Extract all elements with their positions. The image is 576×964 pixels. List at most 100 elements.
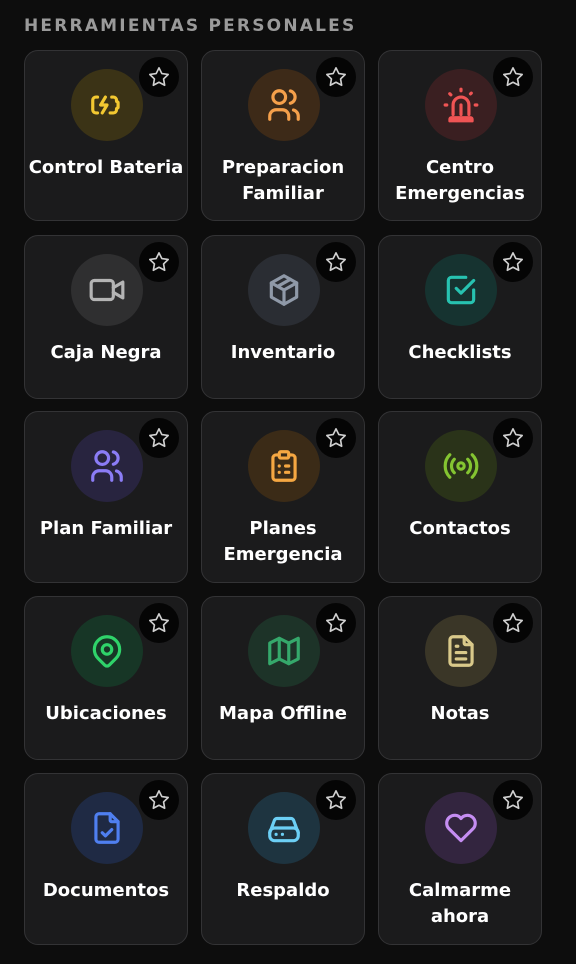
- tool-label: Ubicaciones: [25, 701, 187, 727]
- favorite-star-button[interactable]: [316, 603, 356, 643]
- tool-icon-circle: [425, 254, 497, 326]
- tool-card[interactable]: Ubicaciones: [24, 596, 188, 760]
- star-icon: [503, 67, 523, 87]
- tool-card[interactable]: Control Bateria: [24, 50, 188, 221]
- star-icon: [503, 613, 523, 633]
- favorite-star-button[interactable]: [139, 57, 179, 97]
- tool-label-line: Calmarme: [408, 880, 512, 901]
- tool-card[interactable]: Inventario: [201, 235, 365, 399]
- tool-icon-circle: [71, 254, 143, 326]
- tool-label-line: Emergencia: [223, 544, 343, 565]
- favorite-star-button[interactable]: [493, 418, 533, 458]
- tool-label-line: Respaldo: [236, 880, 330, 901]
- favorite-star-button[interactable]: [139, 603, 179, 643]
- tool-card[interactable]: Planes Emergencia: [201, 411, 365, 583]
- section-title: HERRAMIENTAS PERSONALES: [24, 16, 357, 36]
- users-icon: [268, 89, 300, 121]
- tool-label: Checklists: [379, 340, 541, 366]
- tool-card[interactable]: Plan Familiar: [24, 411, 188, 583]
- tool-label-line: ahora: [430, 906, 490, 927]
- star-icon: [149, 790, 169, 810]
- tool-card[interactable]: Respaldo: [201, 773, 365, 945]
- radio-signal-icon: [443, 453, 479, 479]
- star-icon: [503, 252, 523, 272]
- tool-icon-circle: [248, 615, 320, 687]
- tool-icon-circle: [248, 69, 320, 141]
- favorite-star-button[interactable]: [316, 57, 356, 97]
- tool-icon-circle: [248, 792, 320, 864]
- tool-card[interactable]: Contactos: [378, 411, 542, 583]
- tool-card[interactable]: Centro Emergencias: [378, 50, 542, 221]
- tool-card[interactable]: Caja Negra: [24, 235, 188, 399]
- tool-label: Centro Emergencias: [379, 155, 541, 207]
- tool-label-line: Preparacion: [221, 157, 345, 178]
- tool-label: Inventario: [202, 340, 364, 366]
- tool-card[interactable]: Preparacion Familiar: [201, 50, 365, 221]
- tool-label-line: Checklists: [408, 342, 512, 363]
- tool-icon-circle: [71, 615, 143, 687]
- tool-label: Mapa Offline: [202, 701, 364, 727]
- tool-label-line: Control Bateria: [28, 157, 184, 178]
- siren-icon: [443, 87, 479, 123]
- favorite-star-button[interactable]: [493, 780, 533, 820]
- tool-icon-circle: [248, 430, 320, 502]
- favorite-star-button[interactable]: [493, 57, 533, 97]
- favorite-star-button[interactable]: [316, 780, 356, 820]
- tool-icon-circle: [425, 430, 497, 502]
- tool-label-line: Contactos: [409, 518, 511, 539]
- star-icon: [149, 67, 169, 87]
- favorite-star-button[interactable]: [316, 242, 356, 282]
- tool-icon-circle: [71, 792, 143, 864]
- favorite-star-button[interactable]: [493, 603, 533, 643]
- star-icon: [326, 613, 346, 633]
- star-icon: [326, 252, 346, 272]
- tool-icon-circle: [248, 254, 320, 326]
- tool-card[interactable]: Notas: [378, 596, 542, 760]
- tool-label-line: Ubicaciones: [45, 703, 167, 724]
- tool-label-line: Documentos: [42, 880, 170, 901]
- favorite-star-button[interactable]: [316, 418, 356, 458]
- favorite-star-button[interactable]: [493, 242, 533, 282]
- tool-card[interactable]: Calmarme ahora: [378, 773, 542, 945]
- star-icon: [149, 428, 169, 448]
- tool-label-line: Centro: [425, 157, 495, 178]
- document-text-icon: [448, 635, 474, 667]
- tool-label-line: Caja Negra: [50, 342, 162, 363]
- file-check-icon: [94, 812, 120, 844]
- tool-label-line: Planes: [249, 518, 317, 539]
- clipboard-list-icon: [271, 450, 297, 482]
- tool-label: Preparacion Familiar: [202, 155, 364, 207]
- video-camera-icon: [89, 278, 125, 302]
- tool-label: Documentos: [25, 878, 187, 904]
- tool-label: Control Bateria: [25, 155, 187, 181]
- tool-label-line: Plan Familiar: [39, 518, 173, 539]
- star-icon: [149, 613, 169, 633]
- tool-label: Plan Familiar: [25, 516, 187, 542]
- tool-label-line: Notas: [430, 703, 490, 724]
- favorite-star-button[interactable]: [139, 780, 179, 820]
- star-icon: [149, 252, 169, 272]
- tool-icon-circle: [425, 69, 497, 141]
- tool-label: Calmarme ahora: [379, 878, 541, 930]
- tool-card[interactable]: Documentos: [24, 773, 188, 945]
- favorite-star-button[interactable]: [139, 418, 179, 458]
- battery-charging-icon: [91, 95, 120, 115]
- tool-card[interactable]: Checklists: [378, 235, 542, 399]
- tool-label-line: Emergencias: [395, 183, 525, 204]
- tool-label: Caja Negra: [25, 340, 187, 366]
- star-icon: [326, 67, 346, 87]
- tool-icon-circle: [71, 69, 143, 141]
- tool-label: Notas: [379, 701, 541, 727]
- favorite-star-button[interactable]: [139, 242, 179, 282]
- tool-card[interactable]: Mapa Offline: [201, 596, 365, 760]
- tool-icon-circle: [425, 615, 497, 687]
- star-icon: [326, 790, 346, 810]
- map-pin-icon: [92, 635, 122, 668]
- tool-label-line: Mapa Offline: [219, 703, 347, 724]
- map-icon: [268, 636, 300, 666]
- tool-label-line: Familiar: [242, 183, 324, 204]
- tool-label: Contactos: [379, 516, 541, 542]
- checkbox-icon: [446, 275, 476, 305]
- heart-icon: [445, 813, 477, 843]
- tool-label: Respaldo: [202, 878, 364, 904]
